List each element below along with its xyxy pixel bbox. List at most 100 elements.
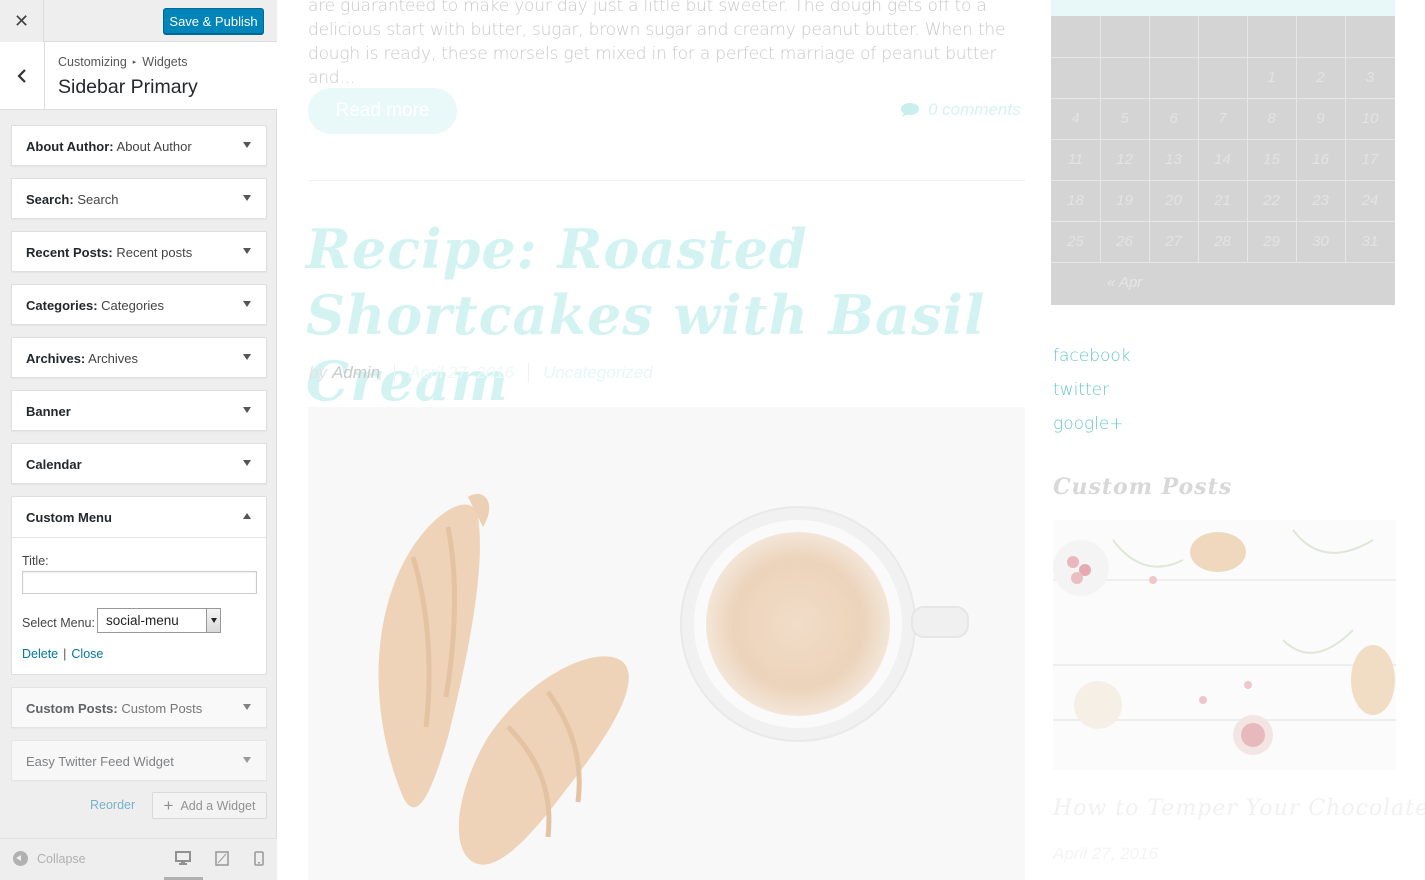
title-input[interactable] bbox=[22, 571, 257, 594]
collapse-arrow-icon[interactable] bbox=[243, 513, 251, 519]
calendar-day: 14 bbox=[1214, 151, 1231, 168]
widget-type: About Author bbox=[26, 139, 110, 154]
close-link[interactable]: Close bbox=[71, 647, 103, 661]
calendar-day: 2 bbox=[1316, 69, 1325, 86]
post-title[interactable]: Recipe: Roasted Shortcakes with Basil Cr… bbox=[306, 216, 1026, 414]
chevron-left-icon bbox=[17, 69, 26, 83]
calendar-day: 13 bbox=[1165, 151, 1182, 168]
widget-recent-posts[interactable]: Recent Posts: Recent posts bbox=[11, 231, 267, 272]
calendar-day: 19 bbox=[1116, 192, 1133, 209]
social-link-twitter[interactable]: twitter bbox=[1053, 380, 1109, 400]
add-widget-button[interactable]: + Add a Widget bbox=[152, 792, 267, 819]
expand-arrow-icon[interactable] bbox=[243, 460, 251, 466]
widget-calendar[interactable]: Calendar bbox=[11, 443, 267, 484]
breadcrumb-root: Customizing bbox=[58, 55, 127, 69]
meta-date[interactable]: April 27, 2016 bbox=[409, 363, 514, 383]
widget-title: Recent posts bbox=[116, 245, 193, 260]
link-separator: | bbox=[63, 647, 67, 661]
reorder-link[interactable]: Reorder bbox=[90, 798, 135, 812]
meta-by: by bbox=[309, 363, 327, 382]
post-divider bbox=[308, 180, 1025, 181]
calendar-day: 7 bbox=[1218, 110, 1227, 127]
meta-category[interactable]: Uncategorized bbox=[543, 363, 653, 383]
calendar-day: 15 bbox=[1263, 151, 1280, 168]
desktop-icon[interactable] bbox=[175, 851, 191, 865]
meta-separator bbox=[394, 363, 396, 383]
plus-icon: + bbox=[163, 796, 174, 815]
breadcrumb-separator-icon: ▸ bbox=[132, 59, 137, 66]
widget-categories[interactable]: Categories: Categories bbox=[11, 284, 267, 325]
section-title: Sidebar Primary bbox=[58, 76, 198, 98]
custom-post-title[interactable]: How to Temper Your Chocolate bbox=[1053, 796, 1425, 821]
meta-author[interactable]: Admin bbox=[332, 363, 380, 383]
expand-arrow-icon[interactable] bbox=[243, 142, 251, 148]
expand-arrow-icon[interactable] bbox=[243, 354, 251, 360]
calendar-prev-month-link[interactable]: « Apr bbox=[1107, 274, 1142, 291]
customizer-panel: ✕ Save & Publish Customizing ▸ Widgets S… bbox=[0, 0, 277, 880]
tablet-icon[interactable] bbox=[215, 851, 229, 866]
calendar-day: 30 bbox=[1312, 233, 1329, 250]
calendar-day: 23 bbox=[1312, 192, 1329, 209]
widget-archives[interactable]: Archives: Archives bbox=[11, 337, 267, 378]
customizer-screen: ✕ Save & Publish Customizing ▸ Widgets S… bbox=[0, 0, 1425, 880]
comment-icon bbox=[901, 103, 919, 117]
close-customizer-button[interactable]: ✕ bbox=[0, 0, 44, 42]
calendar-day: 1 bbox=[1267, 69, 1276, 86]
mobile-icon[interactable] bbox=[254, 851, 264, 866]
select-menu-dropdown[interactable]: social-menu bbox=[97, 608, 221, 633]
custom-post-image[interactable] bbox=[1053, 520, 1396, 770]
custom-post-date: April 27, 2016 bbox=[1053, 844, 1158, 863]
add-widget-label: Add a Widget bbox=[180, 798, 256, 813]
widget-type: Archives bbox=[26, 351, 81, 366]
post-excerpt: are guaranteed to make your day just a l… bbox=[308, 0, 1006, 88]
expand-arrow-icon[interactable] bbox=[243, 248, 251, 254]
widget-about-author[interactable]: About Author: About Author bbox=[11, 125, 267, 166]
calendar-grid-line bbox=[1051, 262, 1395, 263]
widget-search[interactable]: Search: Search bbox=[11, 178, 267, 219]
calendar-day: 17 bbox=[1361, 151, 1379, 168]
dropdown-arrow-icon[interactable] bbox=[206, 609, 220, 632]
widget-title: Archives bbox=[88, 351, 139, 366]
select-menu-value: social-menu bbox=[106, 613, 179, 628]
calendar-day bbox=[1051, 57, 1100, 98]
widget-banner[interactable]: Banner bbox=[11, 390, 267, 431]
expand-arrow-icon[interactable] bbox=[243, 757, 251, 763]
calendar-day: 9 bbox=[1316, 110, 1325, 127]
social-link-facebook[interactable]: facebook bbox=[1053, 346, 1131, 366]
calendar-day: 27 bbox=[1165, 233, 1182, 250]
collapse-button[interactable]: Collapse bbox=[13, 851, 86, 866]
calendar-day: 18 bbox=[1067, 192, 1084, 209]
featured-image bbox=[308, 407, 1025, 880]
widget-type: Categories bbox=[26, 298, 94, 313]
widget-custom-menu-header[interactable]: Custom Menu bbox=[12, 497, 266, 538]
calendar-day: 16 bbox=[1312, 151, 1329, 168]
widget-type: Calendar bbox=[26, 457, 82, 472]
widget-type: Recent Posts bbox=[26, 245, 109, 260]
read-more-button[interactable]: Read more bbox=[308, 88, 457, 134]
expand-arrow-icon[interactable] bbox=[243, 407, 251, 413]
comments-link[interactable]: 0 comments bbox=[900, 100, 1021, 120]
calendar-day: 26 bbox=[1116, 233, 1133, 250]
customizer-header: ✕ Save & Publish bbox=[0, 0, 277, 42]
widget-easy-twitter-feed[interactable]: Easy Twitter Feed Widget bbox=[11, 740, 267, 781]
widget-type: Custom Posts bbox=[26, 701, 114, 716]
comments-count: 0 comments bbox=[928, 100, 1021, 119]
calendar-day: 25 bbox=[1067, 233, 1084, 250]
calendar-day: 6 bbox=[1169, 110, 1178, 127]
breadcrumb: Customizing ▸ Widgets bbox=[58, 55, 187, 69]
expand-arrow-icon[interactable] bbox=[243, 301, 251, 307]
back-button[interactable] bbox=[0, 42, 45, 110]
widget-title: About Author bbox=[116, 139, 192, 154]
select-menu-label: Select Menu: bbox=[22, 616, 95, 630]
social-link-google-plus[interactable]: google+ bbox=[1053, 414, 1124, 434]
expand-arrow-icon[interactable] bbox=[243, 704, 251, 710]
collapse-label: Collapse bbox=[37, 851, 86, 866]
delete-link[interactable]: Delete bbox=[22, 647, 58, 661]
calendar-day: 24 bbox=[1361, 192, 1379, 209]
widget-actions: Delete | Close bbox=[22, 647, 103, 661]
widget-custom-posts[interactable]: Custom Posts: Custom Posts bbox=[11, 687, 267, 728]
expand-arrow-icon[interactable] bbox=[243, 195, 251, 201]
widget-custom-menu: Custom Menu Title: Select Menu: social-m… bbox=[11, 496, 267, 675]
save-publish-button[interactable]: Save & Publish bbox=[163, 8, 264, 34]
close-icon: ✕ bbox=[13, 10, 30, 31]
